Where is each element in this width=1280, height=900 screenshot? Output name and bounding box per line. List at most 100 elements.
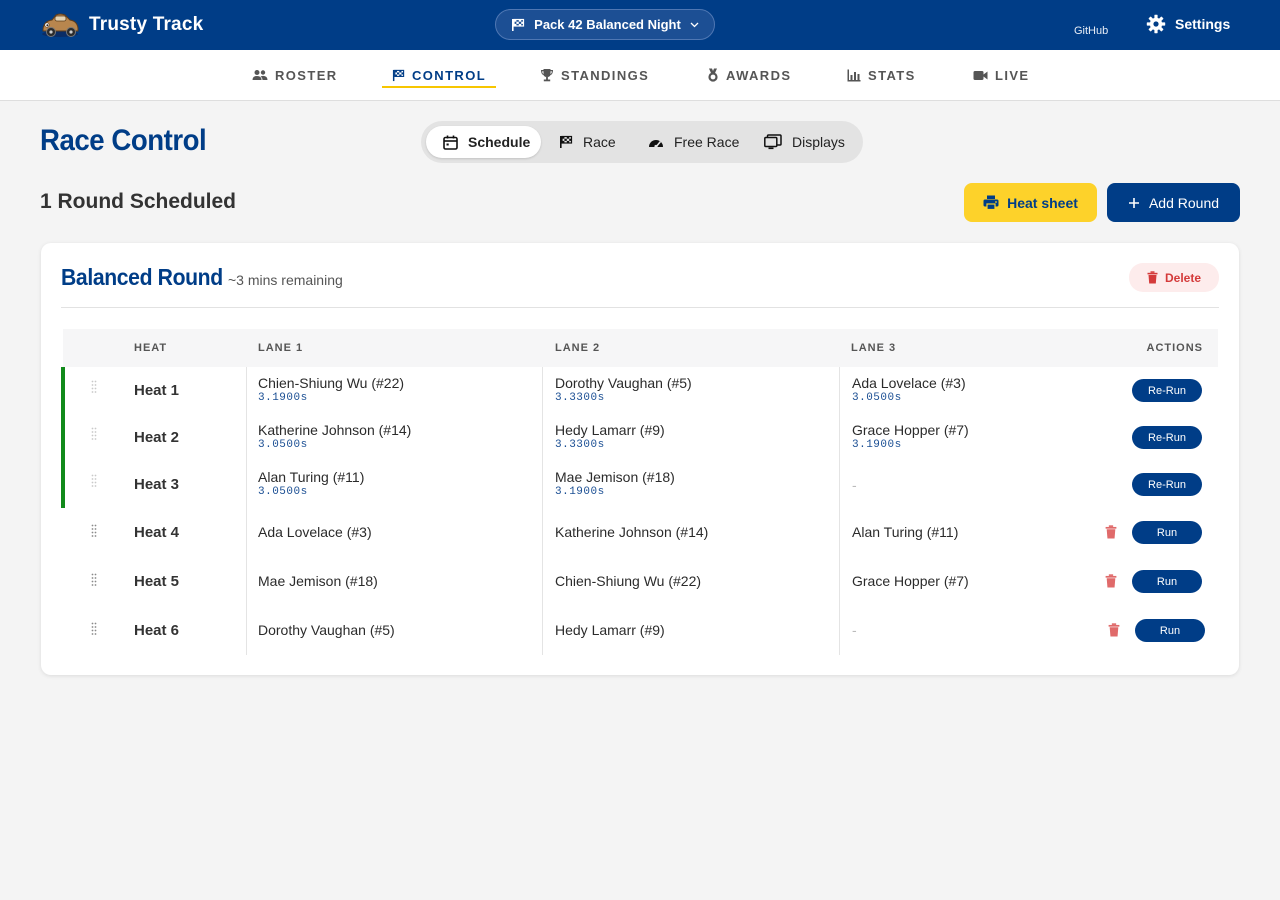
lane-cell: Mae Jemison (#18) 3.1900s (555, 469, 675, 498)
mode-switcher: Schedule Race Free Race Displays (421, 121, 863, 163)
col-lane3: LANE 3 (851, 342, 897, 354)
racer-name: Dorothy Vaughan (#5) (555, 375, 692, 391)
rounds-count: 1 Round Scheduled (40, 190, 237, 213)
car-logo-icon (42, 13, 79, 37)
drag-handle-icon[interactable] (91, 380, 97, 394)
github-link[interactable]: GitHub (1074, 25, 1108, 37)
mode-schedule[interactable]: Schedule (426, 126, 541, 158)
settings-label: Settings (1175, 16, 1231, 32)
run-heat-button[interactable]: Run (1132, 570, 1202, 593)
rerun-heat-button[interactable]: Re-Run (1132, 426, 1202, 449)
mode-free-race[interactable]: Free Race (635, 126, 745, 158)
lane-cell: Hedy Lamarr (#9) (555, 622, 665, 638)
completed-indicator (61, 461, 65, 508)
heat-label: Heat 4 (134, 524, 180, 541)
lane-cell: Hedy Lamarr (#9) 3.3300s (555, 422, 665, 451)
completed-indicator (61, 414, 65, 461)
table-row: Heat 3 Alan Turing (#11) 3.0500s Mae Jemi… (61, 461, 1219, 508)
heat-label: Heat 5 (134, 573, 180, 590)
trash-icon[interactable] (1108, 623, 1120, 637)
tab-stats[interactable]: STATS (847, 50, 916, 100)
drag-handle-icon[interactable] (91, 427, 97, 441)
drag-handle-icon[interactable] (91, 524, 97, 538)
divider (61, 307, 1219, 308)
monitor-icon (764, 134, 782, 150)
heat-label: Heat 1 (134, 382, 180, 399)
settings-button[interactable]: Settings (1146, 14, 1230, 34)
lane-cell: Ada Lovelace (#3) 3.0500s (852, 375, 966, 404)
tab-roster[interactable]: ROSTER (252, 50, 338, 100)
heats-table-header: HEAT LANE 1 LANE 2 LANE 3 ACTIONS (63, 329, 1218, 367)
trash-icon[interactable] (1105, 525, 1117, 539)
add-round-button[interactable]: Add Round (1107, 183, 1240, 222)
chevron-down-icon (690, 22, 699, 27)
table-row: Heat 5 Mae Jemison (#18) Chien-Shiung Wu… (61, 557, 1219, 606)
mode-displays[interactable]: Displays (750, 126, 860, 158)
app-name: Trusty Track (89, 14, 204, 35)
mode-race-label: Race (583, 134, 616, 150)
event-selector[interactable]: Pack 42 Balanced Night (495, 9, 715, 40)
lane-time: 3.1900s (852, 439, 902, 451)
tab-live[interactable]: LIVE (973, 50, 1030, 100)
tab-awards[interactable]: AWARDS (707, 50, 791, 100)
lane-cell: Katherine Johnson (#14) 3.0500s (258, 422, 411, 451)
racer-name: Katherine Johnson (#14) (555, 524, 709, 540)
add-round-label: Add Round (1148, 194, 1220, 211)
drag-handle-icon[interactable] (91, 573, 97, 587)
bar-chart-icon (847, 69, 861, 81)
tab-awards-label: AWARDS (726, 67, 792, 83)
medal-icon (708, 68, 718, 82)
col-heat: HEAT (134, 342, 168, 354)
lane-cell: Chien-Shiung Wu (#22) (555, 573, 701, 589)
mode-displays-label: Displays (792, 134, 845, 150)
round-name: Balanced Round (61, 264, 223, 290)
lane-time: 3.0500s (258, 439, 308, 451)
racer-name: Chien-Shiung Wu (#22) (555, 573, 702, 589)
racer-name: - (852, 477, 857, 493)
printer-icon (983, 195, 999, 210)
trash-icon (1147, 271, 1158, 284)
table-row: Heat 2 Katherine Johnson (#14) 3.0500s He… (61, 414, 1219, 461)
delete-label: Delete (1164, 270, 1202, 285)
delete-round-button[interactable]: Delete (1129, 263, 1219, 292)
racer-name: Grace Hopper (#7) (852, 573, 969, 589)
racer-name: Hedy Lamarr (#9) (555, 622, 665, 638)
speedometer-icon (649, 140, 663, 148)
lane-cell: Grace Hopper (#7) 3.1900s (852, 422, 969, 451)
racer-name: Mae Jemison (#18) (258, 573, 378, 589)
lane-time: 3.3300s (555, 392, 605, 404)
lane-cell: Alan Turing (#11) 3.0500s (258, 469, 364, 498)
round-card: Balanced Round ~3 mins remaining Delete … (41, 243, 1239, 675)
drag-handle-icon[interactable] (91, 622, 97, 636)
tab-standings-label: STANDINGS (561, 67, 650, 83)
checkered-flag-icon (560, 135, 573, 148)
event-name: Pack 42 Balanced Night (534, 17, 681, 32)
tab-live-label: LIVE (995, 67, 1030, 83)
app-bar: Trusty Track Pack 42 Balanced Night GitH… (0, 0, 1280, 50)
racer-name: Katherine Johnson (#14) (258, 422, 412, 438)
round-remaining: ~3 mins remaining (228, 272, 343, 288)
racer-name: Mae Jemison (#18) (555, 469, 675, 485)
run-heat-button[interactable]: Run (1135, 619, 1205, 642)
lane-time: 3.1900s (258, 392, 308, 404)
tab-control[interactable]: CONTROL (381, 50, 497, 100)
lane-cell: Katherine Johnson (#14) (555, 524, 708, 540)
tab-standings[interactable]: STANDINGS (540, 50, 649, 100)
drag-handle-icon[interactable] (91, 474, 97, 488)
tab-stats-label: STATS (868, 67, 916, 83)
tab-roster-label: ROSTER (275, 67, 338, 83)
heat-label: Heat 3 (134, 476, 180, 493)
heat-sheet-button[interactable]: Heat sheet (964, 183, 1097, 222)
trash-icon[interactable] (1105, 574, 1117, 588)
rerun-heat-button[interactable]: Re-Run (1132, 473, 1202, 496)
mode-free-race-label: Free Race (674, 134, 740, 150)
brand[interactable]: Trusty Track (40, 10, 203, 40)
mode-race[interactable]: Race (546, 126, 646, 158)
racer-name: Alan Turing (#11) (258, 469, 365, 485)
heat-sheet-label: Heat sheet (1007, 194, 1078, 211)
completed-indicator (61, 367, 65, 414)
calendar-icon (443, 135, 458, 150)
run-heat-button[interactable]: Run (1132, 521, 1202, 544)
rerun-heat-button[interactable]: Re-Run (1132, 379, 1202, 402)
heat-label: Heat 2 (134, 429, 180, 446)
